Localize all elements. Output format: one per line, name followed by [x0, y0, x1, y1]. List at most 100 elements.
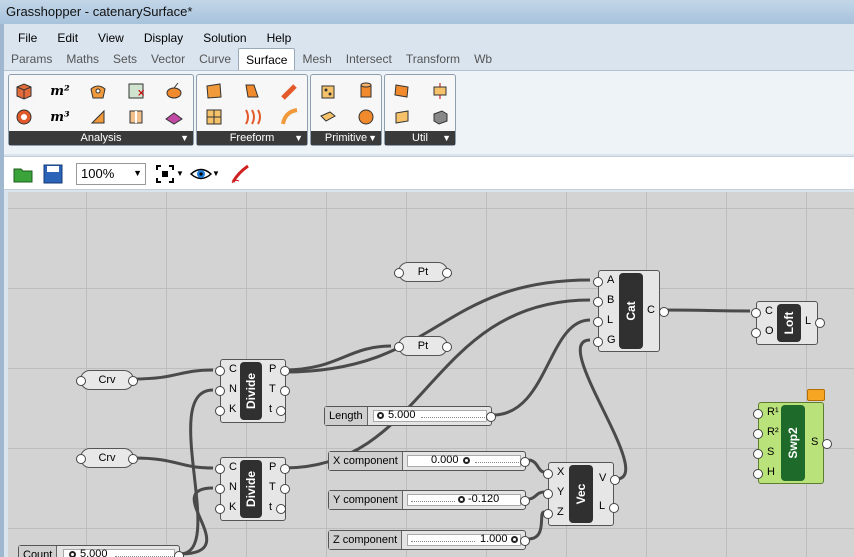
save-file-icon[interactable] [42, 163, 64, 185]
pipe-icon[interactable] [279, 80, 301, 102]
sweep2-component[interactable]: R¹ R² S H Swp2 S [752, 389, 834, 484]
menu-solution[interactable]: Solution [193, 28, 256, 48]
extrude-icon[interactable] [241, 80, 263, 102]
dimensions-icon[interactable] [87, 106, 109, 128]
output-t-param[interactable]: t [269, 403, 287, 416]
input-c[interactable]: C [215, 363, 237, 376]
curve-param[interactable]: Crv [76, 370, 138, 390]
tab-curve[interactable]: Curve [192, 48, 238, 70]
input-a[interactable]: A [592, 274, 614, 287]
tab-params[interactable]: Params [4, 48, 59, 70]
input-z[interactable]: Z [543, 506, 564, 519]
input-n[interactable]: N [215, 481, 237, 494]
slider-knob[interactable] [463, 457, 470, 464]
input-c[interactable]: C [215, 461, 237, 474]
point-param[interactable]: Pt [394, 336, 452, 356]
output-c[interactable]: C [647, 304, 669, 317]
input-y[interactable]: Y [542, 486, 564, 499]
input-k[interactable]: K [214, 501, 236, 514]
divide-component[interactable]: C N K Divide P T t [214, 457, 292, 521]
slider-knob[interactable] [69, 551, 76, 557]
input-x[interactable]: X [542, 466, 564, 479]
input-g[interactable]: G [593, 334, 616, 347]
mass-icon[interactable] [13, 106, 35, 128]
plane-icon[interactable] [317, 106, 339, 128]
copy-trim-icon[interactable] [391, 80, 413, 102]
input-rail-1[interactable]: R¹ [753, 406, 779, 419]
output-t[interactable]: T [269, 383, 289, 396]
grasshopper-canvas[interactable]: Pt Pt Crv Crv C N K Divide P T t C N K D… [8, 192, 854, 557]
slider-knob[interactable] [458, 496, 465, 503]
menu-display[interactable]: Display [134, 28, 193, 48]
box-icon[interactable] [13, 80, 35, 102]
divide-domain-icon[interactable] [429, 80, 451, 102]
sphere-icon[interactable] [355, 106, 377, 128]
menu-view[interactable]: View [88, 28, 134, 48]
area-m2-icon[interactable]: m² [49, 80, 71, 102]
divide-component[interactable]: C N K Divide P T t [214, 359, 292, 423]
tab-maths[interactable]: Maths [59, 48, 106, 70]
zoom-select[interactable]: 100% ▼ [76, 163, 146, 185]
network-icon[interactable] [203, 106, 225, 128]
input-rail-2[interactable]: R² [753, 426, 779, 439]
output-p[interactable]: P [269, 363, 292, 376]
tab-surface[interactable]: Surface [238, 48, 296, 70]
input-k[interactable]: K [214, 403, 236, 416]
chevron-down-icon[interactable]: ▼ [212, 163, 220, 185]
slider-knob[interactable] [511, 536, 518, 543]
loft-component[interactable]: C O Loft L [751, 301, 826, 345]
output-l[interactable]: L [599, 500, 620, 513]
surface-point-icon[interactable] [87, 80, 109, 102]
output-l[interactable]: L [805, 315, 826, 328]
cube-icon[interactable] [317, 80, 339, 102]
menu-file[interactable]: File [8, 28, 47, 48]
slider-knob[interactable] [377, 412, 384, 419]
sketch-pen-icon[interactable] [230, 163, 252, 185]
curve-param[interactable]: Crv [76, 448, 138, 468]
warning-balloon-icon[interactable] [807, 389, 825, 401]
four-point-icon[interactable] [203, 80, 225, 102]
zoom-extents-icon[interactable] [154, 163, 176, 185]
number-slider[interactable]: Length 5.000 [324, 406, 496, 426]
tab-vector[interactable]: Vector [144, 48, 192, 70]
tab-wb[interactable]: Wb [467, 48, 499, 70]
cat-component[interactable]: A B L G Cat C [592, 270, 669, 352]
cylinder-icon[interactable] [355, 80, 377, 102]
input-l[interactable]: L [592, 314, 613, 327]
brep-icon[interactable] [125, 106, 147, 128]
output-t-param[interactable]: t [269, 501, 287, 514]
number-slider[interactable]: Y component -0.120 [328, 490, 530, 510]
preview-eye-icon[interactable] [189, 163, 213, 185]
evaluate-icon[interactable] [163, 80, 185, 102]
isotrim-icon[interactable] [391, 106, 413, 128]
output-p[interactable]: P [269, 461, 292, 474]
input-o[interactable]: O [751, 325, 774, 338]
number-slider[interactable]: Z component 1.000 [328, 530, 530, 550]
input-h[interactable]: H [753, 466, 775, 479]
menu-edit[interactable]: Edit [47, 28, 88, 48]
tab-transform[interactable]: Transform [399, 48, 467, 70]
tab-mesh[interactable]: Mesh [295, 48, 338, 70]
input-c[interactable]: C [751, 305, 773, 318]
input-s[interactable]: S [752, 446, 774, 459]
open-file-icon[interactable] [12, 163, 34, 185]
point-param[interactable]: Pt [394, 262, 452, 282]
output-s[interactable]: S [811, 436, 834, 449]
shape-icon[interactable] [163, 106, 185, 128]
output-t[interactable]: T [269, 481, 289, 494]
input-n[interactable]: N [215, 383, 237, 396]
menu-help[interactable]: Help [257, 28, 302, 48]
chevron-down-icon[interactable]: ▼ [176, 163, 184, 185]
tab-intersect[interactable]: Intersect [339, 48, 399, 70]
rail-icon[interactable] [279, 106, 301, 128]
input-b[interactable]: B [592, 294, 614, 307]
number-slider[interactable]: Count 5.000 [18, 545, 184, 557]
tab-sets[interactable]: Sets [106, 48, 144, 70]
box-morph-icon[interactable] [429, 106, 451, 128]
vector-component[interactable]: X Y Z Vec V L [542, 462, 622, 526]
volume-m3-icon[interactable]: m³ [49, 106, 71, 128]
closest-point-icon[interactable]: × [125, 80, 147, 102]
output-v[interactable]: V [599, 472, 622, 485]
sweep-icon[interactable] [241, 106, 263, 128]
number-slider[interactable]: X component 0.000 [328, 451, 530, 471]
